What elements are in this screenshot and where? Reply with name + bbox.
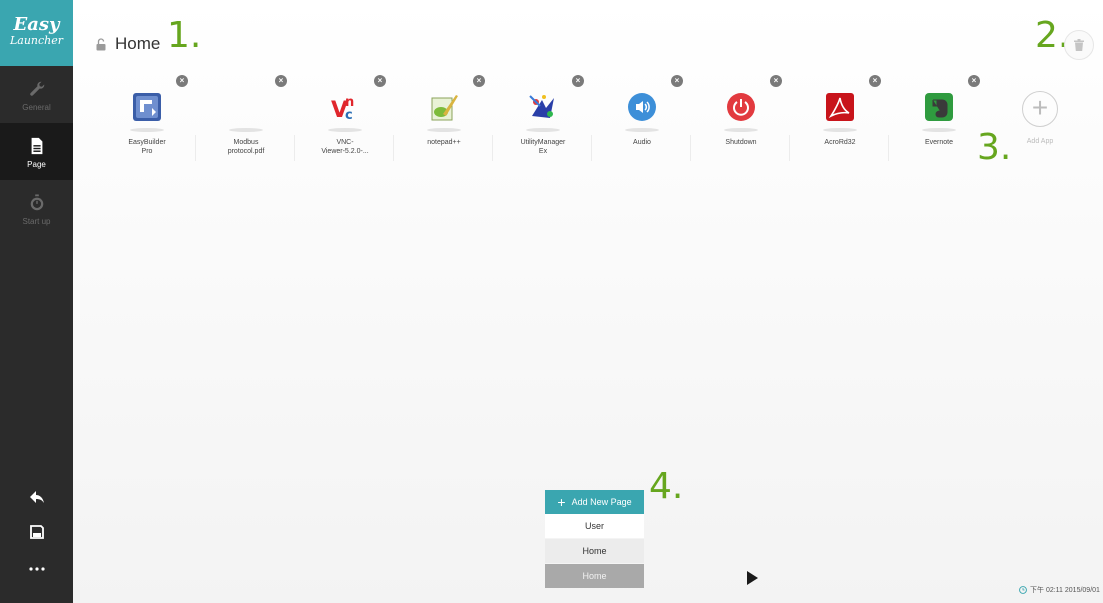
add-app-label: Add App (1026, 138, 1054, 145)
save-button[interactable] (26, 521, 48, 543)
add-new-page-label: Add New Page (571, 497, 632, 507)
app-tile[interactable]: × AcroRd32 (791, 75, 889, 168)
clock-icon (1019, 586, 1027, 594)
app-name: Evernote (924, 139, 954, 146)
app-tile[interactable]: × Shutdown (692, 75, 790, 168)
app-name: EasyBuilder Pro (128, 139, 166, 155)
divider (393, 135, 394, 161)
lock-icon[interactable] (96, 37, 106, 51)
icon-shadow (724, 128, 758, 132)
more-button[interactable] (26, 558, 48, 580)
page-title: Home (115, 34, 161, 53)
icon-shadow (130, 128, 164, 132)
remove-app-button[interactable]: × (374, 75, 386, 87)
icon-shadow (229, 128, 263, 132)
clock-text: 下午 02:11 2015/09/01 (1030, 587, 1100, 594)
logo-line2: Launcher (9, 34, 64, 47)
app-name: Audio (633, 139, 651, 146)
app-name: VNC- Viewer-5.2.0-... (321, 139, 369, 155)
divider (195, 135, 196, 161)
plus-icon: + (557, 494, 566, 510)
add-app-button[interactable]: + (1022, 91, 1058, 127)
sidebar: Easy Launcher General Page Start up (0, 0, 73, 603)
trash-button[interactable] (1064, 30, 1094, 60)
icon-shadow (328, 128, 362, 132)
stopwatch-icon (30, 194, 43, 211)
icon-shadow (526, 128, 560, 132)
app-name: notepad++ (427, 139, 461, 146)
remove-app-button[interactable]: × (473, 75, 485, 87)
page-option-user[interactable]: User (545, 514, 644, 538)
nav-general[interactable]: General (0, 66, 73, 123)
more-icon (29, 567, 45, 571)
app-name: UtilityManager Ex (520, 139, 566, 155)
app-tile[interactable]: × notepad++ (395, 75, 493, 168)
current-page-selector[interactable]: Home (545, 564, 644, 588)
play-arrow-icon[interactable] (747, 571, 758, 585)
remove-app-button[interactable]: × (671, 75, 683, 87)
app-tile[interactable]: × EasyBuilder Pro (98, 75, 196, 168)
app-tile[interactable]: × Modbus protocol.pdf (197, 75, 295, 168)
easybuilder-icon (133, 93, 161, 121)
page-option-home[interactable]: Home (545, 539, 644, 563)
save-icon (30, 525, 44, 539)
app-logo: Easy Launcher (0, 0, 73, 66)
app-name: Shutdown (725, 139, 757, 146)
audio-icon (628, 93, 656, 121)
icon-shadow (625, 128, 659, 132)
status-clock: 下午 02:11 2015/09/01 (1019, 585, 1100, 595)
nav-page[interactable]: Page (0, 123, 73, 180)
icon-shadow (922, 128, 956, 132)
nav-start-up[interactable]: Start up (0, 180, 73, 237)
divider (492, 135, 493, 161)
app-tile[interactable]: × Audio (593, 75, 691, 168)
page-header: Home (96, 33, 160, 55)
remove-app-button[interactable]: × (572, 75, 584, 87)
annotation-4: 4. (649, 466, 684, 507)
remove-app-button[interactable]: × (869, 75, 881, 87)
icon-shadow (427, 128, 461, 132)
trash-icon (1074, 39, 1084, 51)
nav-page-label: Page (27, 160, 46, 169)
icon-shadow (823, 128, 857, 132)
back-button[interactable] (26, 486, 48, 508)
evernote-icon (925, 93, 953, 121)
nav-start-up-label: Start up (22, 217, 51, 226)
remove-app-button[interactable]: × (968, 75, 980, 87)
shutdown-icon (727, 93, 755, 121)
remove-app-button[interactable]: × (770, 75, 782, 87)
wrench-icon (29, 81, 44, 96)
app-name: Modbus protocol.pdf (227, 139, 265, 155)
vnc-icon: V n c (331, 95, 354, 122)
nav-general-label: General (22, 103, 51, 112)
annotation-1: 1. (167, 15, 202, 56)
divider (888, 135, 889, 161)
acrobat-icon (826, 93, 854, 121)
app-tile[interactable]: × Evernote (890, 75, 988, 168)
utilitymanager-icon (529, 95, 554, 118)
svg-text:c: c (345, 108, 353, 122)
logo-line1: Easy (13, 14, 60, 35)
main-panel: Home 1. 2. 3. 4. × EasyBuilder Pro × Mod… (73, 0, 1103, 603)
page-icon (31, 137, 42, 155)
app-tile[interactable]: × V n c VNC- Viewer-5.2.0-... (296, 75, 394, 168)
divider (591, 135, 592, 161)
app-name: AcroRd32 (824, 139, 856, 146)
remove-app-button[interactable]: × (176, 75, 188, 87)
remove-app-button[interactable]: × (275, 75, 287, 87)
app-tile[interactable]: × UtilityManager Ex (494, 75, 592, 168)
divider (789, 135, 790, 161)
back-arrow-icon (30, 491, 44, 503)
divider (690, 135, 691, 161)
divider (294, 135, 295, 161)
notepad-icon (431, 95, 458, 121)
add-new-page-button[interactable]: + Add New Page (545, 490, 644, 514)
